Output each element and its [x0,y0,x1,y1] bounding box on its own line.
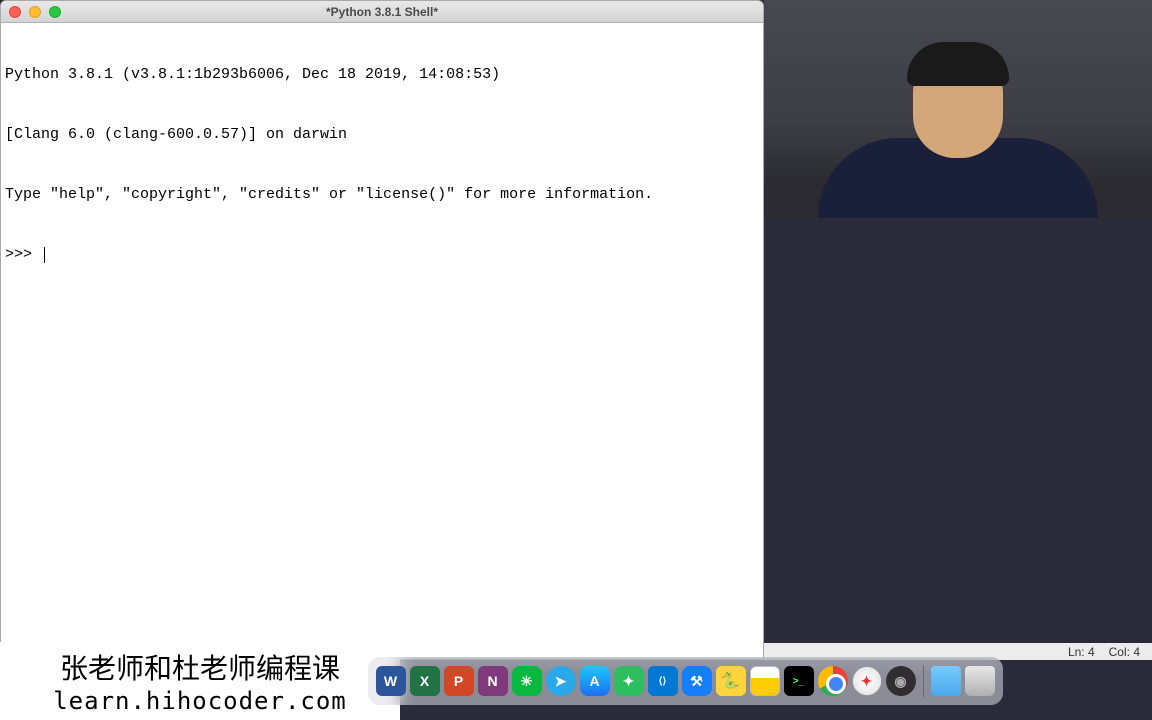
dock-python-icon[interactable]: 🐍 [716,666,746,696]
shell-banner-line: Python 3.8.1 (v3.8.1:1b293b6006, Dec 18 … [5,65,759,85]
shell-prompt: >>> [5,246,41,263]
zoom-icon[interactable] [49,6,61,18]
dock-wechat-icon[interactable]: ✳ [512,666,542,696]
dock-safari-icon[interactable]: ✦ [852,666,882,696]
titlebar: *Python 3.8.1 Shell* [1,1,763,23]
dock-vscode-icon[interactable]: ⟨⟩ [648,666,678,696]
minimize-icon[interactable] [29,6,41,18]
text-caret-icon [44,247,45,263]
dock-telegram-icon[interactable]: ➤ [546,666,576,696]
dock-powerpoint-icon[interactable]: P [444,666,474,696]
branding-url: learn.hihocoder.com [53,687,347,715]
branding-title: 张老师和杜老师编程课 [60,647,340,687]
dock-wrap: W X P N ✳ ➤ A ✦ ⟨⟩ ⚒ 🐍 >_ ✦ ◉ [400,657,970,705]
dock-chrome-icon[interactable] [818,666,848,696]
dock-excel-icon[interactable]: X [410,666,440,696]
dock-notes-icon[interactable] [750,666,780,696]
dock-terminal-icon[interactable]: >_ [784,666,814,696]
shell-prompt-line: >>> [5,245,759,265]
dock-separator [923,665,924,697]
webcam-scene [764,0,1152,218]
dock-appstore-icon[interactable]: A [580,666,610,696]
shell-window: *Python 3.8.1 Shell* Python 3.8.1 (v3.8.… [0,0,764,660]
dock-onenote-icon[interactable]: N [478,666,508,696]
shell-text-area[interactable]: Python 3.8.1 (v3.8.1:1b293b6006, Dec 18 … [1,23,763,637]
status-col: Col: 4 [1109,645,1140,659]
dock-evernote-icon[interactable]: ✦ [614,666,644,696]
webcam-overlay [764,0,1152,218]
ibeam-cursor-icon [733,416,764,480]
close-icon[interactable] [9,6,21,18]
branding-overlay: 张老师和杜老师编程课 learn.hihocoder.com [0,642,400,720]
window-controls [1,6,61,18]
shell-banner-line: Type "help", "copyright", "credits" or "… [5,185,759,205]
shell-banner-line: [Clang 6.0 (clang-600.0.57)] on darwin [5,125,759,145]
dock-downloads-icon[interactable] [931,666,961,696]
window-title: *Python 3.8.1 Shell* [1,5,763,19]
dock-trash-icon[interactable] [965,666,995,696]
dock: W X P N ✳ ➤ A ✦ ⟨⟩ ⚒ 🐍 >_ ✦ ◉ [368,657,1003,705]
status-line: Ln: 4 [1068,645,1095,659]
webcam-person [818,38,1098,218]
dock-word-icon[interactable]: W [376,666,406,696]
dock-xcode-icon[interactable]: ⚒ [682,666,712,696]
dock-obs-icon[interactable]: ◉ [886,666,916,696]
